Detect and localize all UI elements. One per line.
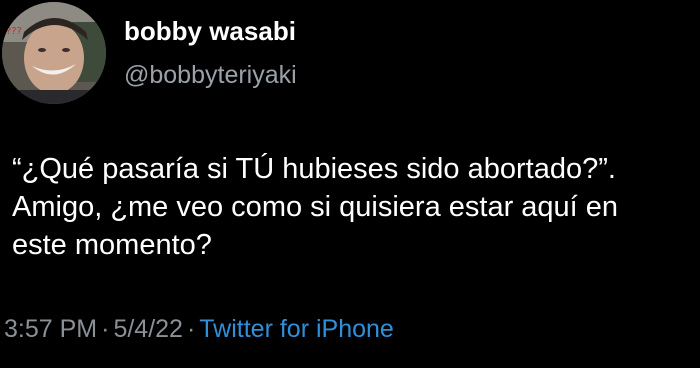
user-handle[interactable]: @bobbyteriyaki	[124, 58, 297, 92]
tweet-time[interactable]: 3:57 PM	[4, 315, 97, 343]
tweet-text-line-3: este momento?	[12, 229, 212, 261]
tweet-header: bobby wasabi @bobbyteriyaki	[124, 14, 297, 92]
avatar[interactable]: ???	[2, 2, 106, 104]
display-name[interactable]: bobby wasabi	[124, 14, 297, 48]
tweet-date[interactable]: 5/4/22	[113, 315, 183, 343]
tweet-text-line-1: “¿Qué pasaría si TÚ hubieses sido aborta…	[12, 153, 616, 185]
meta-separator-2: ·	[186, 315, 196, 343]
tweet-meta: 3:57 PM · 5/4/22 · Twitter for iPhone	[4, 312, 394, 346]
tweet-text-line-2: Amigo, ¿me veo como si quisiera estar aq…	[12, 191, 619, 223]
tweet-card: ??? bobby wasabi @bobbyteriyaki “¿Qué pa…	[0, 0, 700, 368]
profile-photo-icon: ???	[2, 2, 106, 104]
tweet-source-link[interactable]: Twitter for iPhone	[199, 315, 394, 343]
meta-separator-1: ·	[101, 315, 110, 343]
tweet-text: “¿Qué pasaría si TÚ hubieses sido aborta…	[12, 150, 692, 264]
svg-text:???: ???	[6, 26, 22, 37]
